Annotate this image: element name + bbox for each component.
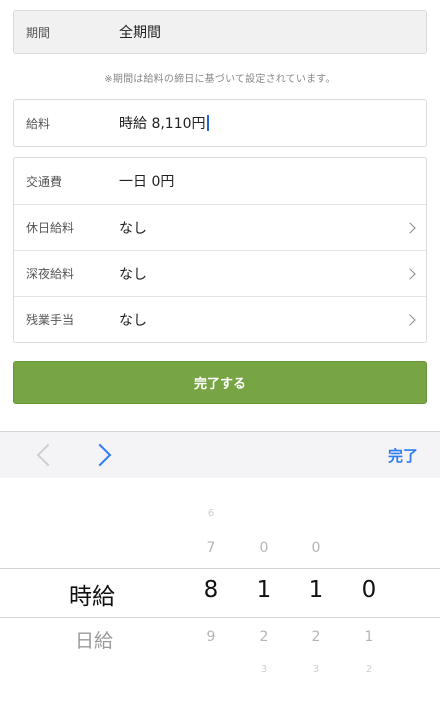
picker-digit-option: 9 — [206, 629, 216, 645]
salary-label: 給料 — [26, 116, 51, 131]
salary-value: 時給 8,110円 — [119, 116, 206, 132]
picker-digit-option: 6 — [207, 508, 215, 519]
chevron-right-icon[interactable] — [88, 443, 112, 467]
overtime-row[interactable]: 残業手当 なし — [14, 296, 426, 342]
text-cursor — [206, 115, 209, 131]
chevron-left-icon[interactable] — [36, 443, 60, 467]
period-note: ※期間は給料の締日に基づいて設定されています。 — [104, 74, 336, 85]
picker-digit-selected: 8 — [203, 577, 219, 603]
period-card[interactable]: 期間 全期間 — [13, 10, 427, 54]
night-pay-label: 深夜給料 — [26, 267, 75, 281]
transport-row[interactable]: 交通費 一日 0円 — [14, 158, 426, 204]
picker-type-selected: 時給 — [69, 584, 115, 610]
chevron-right-icon — [404, 267, 416, 280]
picker-digit-option: 0 — [311, 540, 321, 556]
picker-digit-option: 3 — [312, 664, 320, 675]
night-pay-value: なし — [119, 266, 147, 283]
overtime-label: 残業手当 — [26, 313, 75, 327]
transport-label: 交通費 — [26, 174, 63, 189]
salary-row[interactable]: 給料 時給 8,110円 — [14, 100, 426, 146]
night-pay-row[interactable]: 深夜給料 なし — [14, 250, 426, 296]
picker-digit-option: 2 — [365, 664, 373, 675]
salary-input[interactable]: 時給 8,110円 — [119, 113, 209, 133]
period-label: 期間 — [26, 25, 51, 40]
period-row[interactable]: 期間 全期間 — [14, 11, 426, 53]
holiday-pay-label: 休日給料 — [26, 221, 75, 235]
transport-value: 一日 0円 — [119, 174, 175, 190]
holiday-pay-row[interactable]: 休日給料 なし — [14, 204, 426, 250]
picker-digit-selected: 1 — [256, 577, 272, 603]
chevron-right-icon — [404, 221, 416, 234]
picker-type-option: 日給 — [74, 630, 114, 652]
period-value: 全期間 — [119, 25, 161, 41]
details-card: 交通費 一日 0円 休日給料 なし 深夜給料 なし 残業手当 なし — [13, 157, 427, 343]
picker-digit-option: 3 — [260, 664, 268, 675]
overtime-value: なし — [119, 312, 147, 329]
holiday-pay-value: なし — [119, 220, 147, 237]
picker-digit-option: 2 — [311, 629, 321, 645]
picker-digit-option: 0 — [259, 540, 269, 556]
complete-button[interactable]: 完了する — [13, 361, 427, 404]
picker-digit-selected: 1 — [308, 577, 324, 603]
wage-picker[interactable]: 時給 日給 6 7 8 9 0 1 2 3 0 1 2 3 0 1 2 — [0, 478, 440, 708]
salary-card[interactable]: 給料 時給 8,110円 — [13, 99, 427, 147]
picker-digit-option: 1 — [364, 629, 374, 645]
keyboard-toolbar: 完了 — [0, 431, 440, 479]
toolbar-done-button[interactable]: 完了 — [388, 445, 418, 466]
picker-digit-option: 2 — [259, 629, 269, 645]
picker-digit-selected: 0 — [361, 577, 377, 603]
picker-digit-option: 7 — [206, 540, 216, 556]
chevron-right-icon — [404, 313, 416, 326]
